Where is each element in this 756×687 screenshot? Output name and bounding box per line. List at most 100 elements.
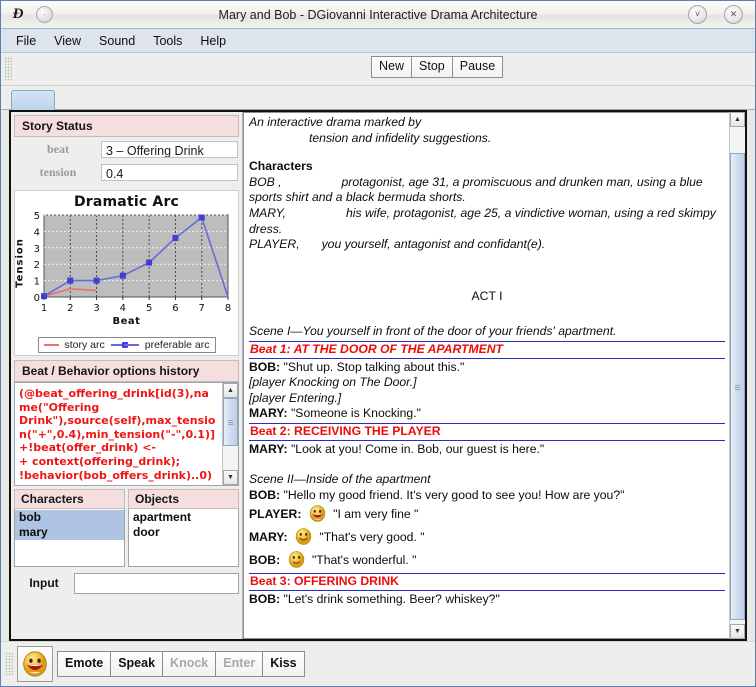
svg-text:2: 2 bbox=[67, 303, 73, 314]
menu-help[interactable]: Help bbox=[191, 31, 235, 51]
list-item[interactable]: apartment bbox=[129, 510, 238, 525]
scrollbar-track[interactable] bbox=[223, 398, 238, 470]
dialog-text: "Look at you! Come in. Bob, our guest is… bbox=[290, 441, 545, 456]
speaker-label: BOB: bbox=[249, 553, 281, 568]
chart-svg: 0123451 2 3 4 5 6 7 8 bbox=[33, 211, 231, 314]
scroll-up-icon[interactable]: ▲ bbox=[730, 112, 745, 127]
main-window: Đ · Mary and Bob - DGiovanni Interactive… bbox=[0, 0, 756, 687]
scroll-down-icon[interactable]: ▼ bbox=[223, 470, 238, 485]
character-name-player: PLAYER, bbox=[249, 237, 300, 252]
tension-label: tension bbox=[39, 165, 77, 179]
svg-text:3: 3 bbox=[93, 303, 99, 314]
emote-face-button[interactable] bbox=[17, 646, 53, 682]
svg-text:1: 1 bbox=[40, 303, 46, 314]
svg-text:1: 1 bbox=[33, 277, 39, 288]
menu-sound[interactable]: Sound bbox=[90, 31, 144, 51]
behavior-history-header: Beat / Behavior options history bbox=[14, 360, 239, 382]
menu-bar: File View Sound Tools Help bbox=[1, 29, 755, 53]
scrollbar-track[interactable] bbox=[730, 127, 745, 624]
beat-1-header: Beat 1: AT THE DOOR OF THE APARTMENT bbox=[249, 340, 725, 359]
scroll-up-icon[interactable]: ▲ bbox=[223, 383, 238, 398]
app-icon: Đ bbox=[12, 6, 24, 22]
chart-xlabel: Beat bbox=[112, 316, 141, 327]
character-name-bob: BOB , bbox=[249, 174, 282, 189]
story-intro-line-2-text: tension and infidelity suggestions. bbox=[309, 130, 492, 145]
input-row: Input bbox=[14, 571, 239, 595]
story-scrollbar[interactable]: ▲ ▼ bbox=[729, 112, 745, 639]
emote-button[interactable]: Emote bbox=[57, 651, 112, 677]
tab-story[interactable] bbox=[11, 90, 55, 110]
legend-swatch-story-arc bbox=[43, 344, 59, 346]
action-bar: Emote Speak Knock Enter Kiss bbox=[1, 641, 755, 686]
speaker-label: MARY: bbox=[249, 441, 288, 456]
story-status-header: Story Status bbox=[14, 115, 239, 137]
svg-text:4: 4 bbox=[33, 227, 39, 238]
behavior-history-scrollbar[interactable]: ▲ ▼ bbox=[222, 383, 238, 485]
act-title: ACT I bbox=[471, 288, 503, 303]
entity-lists: Characters bob mary Objects apartment do… bbox=[14, 489, 239, 567]
objects-header: Objects bbox=[128, 489, 239, 509]
dialog-text: "Someone is Knocking." bbox=[290, 406, 421, 421]
speaker-label: PLAYER: bbox=[249, 507, 302, 522]
pause-button[interactable]: Pause bbox=[452, 56, 504, 78]
beat-label: beat bbox=[47, 142, 69, 156]
action-bar-grip-icon[interactable] bbox=[5, 652, 13, 676]
scrollbar-thumb[interactable] bbox=[730, 153, 745, 620]
story-text[interactable]: An interactive drama marked by tension a… bbox=[243, 112, 729, 639]
window-menu-icon[interactable]: · bbox=[36, 6, 53, 23]
tension-value[interactable]: 0.4 bbox=[101, 164, 238, 181]
list-item[interactable]: mary bbox=[15, 525, 124, 540]
characters-header: Characters bbox=[14, 489, 125, 509]
dialog-line: PLAYER: "I am very fine " bbox=[249, 503, 725, 526]
character-desc-player: you yourself, antagonist and confidant(e… bbox=[321, 237, 546, 252]
svg-text:5: 5 bbox=[33, 211, 39, 222]
dialog-line: MARY: "Look at you! Come in. Bob, our gu… bbox=[249, 442, 725, 458]
dialog-line: MARY: "That's very good. " bbox=[249, 526, 725, 549]
list-item[interactable]: bob bbox=[15, 510, 124, 525]
speak-button[interactable]: Speak bbox=[111, 651, 164, 677]
scrollbar-thumb[interactable] bbox=[223, 398, 238, 446]
characters-panel: Characters bob mary bbox=[14, 489, 125, 567]
menu-file[interactable]: File bbox=[7, 31, 45, 51]
enter-button: Enter bbox=[216, 651, 264, 677]
kiss-button[interactable]: Kiss bbox=[263, 651, 305, 677]
dialog-line: BOB: "Shut up. Stop talking about this." bbox=[249, 360, 725, 376]
chart-ylabel: Tension bbox=[14, 238, 25, 288]
app-body: Story Status beat 3 – Offering Drink ten… bbox=[9, 110, 747, 641]
grin-emoji bbox=[22, 651, 48, 677]
menu-tools[interactable]: Tools bbox=[144, 31, 191, 51]
close-icon[interactable]: ✕ bbox=[724, 5, 743, 24]
new-button[interactable]: New bbox=[371, 56, 413, 78]
knock-button: Knock bbox=[163, 651, 217, 677]
stop-button[interactable]: Stop bbox=[412, 56, 453, 78]
characters-list[interactable]: bob mary bbox=[14, 509, 125, 567]
speaker-label: BOB: bbox=[249, 359, 281, 374]
story-intro-line-1: An interactive drama marked by bbox=[249, 115, 422, 129]
list-item[interactable]: door bbox=[129, 525, 238, 540]
dialog-text: "Hello my good friend. It's very good to… bbox=[283, 487, 625, 502]
menu-view[interactable]: View bbox=[45, 31, 90, 51]
speaker-label: BOB: bbox=[249, 487, 281, 502]
dialog-line: MARY: "Someone is Knocking." bbox=[249, 406, 725, 422]
chart-title: Dramatic Arc bbox=[73, 194, 180, 210]
toolbar-grip-icon[interactable] bbox=[4, 57, 12, 81]
window-title: Mary and Bob - DGiovanni Interactive Dra… bbox=[218, 7, 538, 22]
character-desc-bob: protagonist, age 31, a promiscuous and d… bbox=[249, 174, 703, 205]
scroll-down-icon[interactable]: ▼ bbox=[730, 624, 745, 639]
legend-label-story-arc: story arc bbox=[64, 339, 105, 351]
action-buttons: Emote Speak Knock Enter Kiss bbox=[57, 651, 305, 677]
objects-list[interactable]: apartment door bbox=[128, 509, 239, 567]
dialog-text: "That's wonderful. " bbox=[311, 553, 417, 568]
chart-legend: story arc preferable arc bbox=[37, 337, 216, 353]
input-field[interactable] bbox=[74, 572, 239, 594]
dramatic-arc-chart: Dramatic Arc Tension 01234512345678 Beat… bbox=[14, 190, 239, 356]
character-line-player: PLAYER, you yourself, antagonist and conf… bbox=[249, 237, 725, 253]
minimize-icon[interactable]: ˅ bbox=[688, 5, 707, 24]
speaker-label: MARY: bbox=[249, 530, 288, 545]
scene-1-heading: Scene I—You yourself in front of the doo… bbox=[249, 324, 617, 339]
chart-plot-area: Tension 01234512345678 bbox=[14, 211, 232, 315]
beat-value[interactable]: 3 – Offering Drink bbox=[101, 141, 238, 158]
story-intro-line-2: tension and infidelity suggestions. bbox=[249, 131, 725, 147]
